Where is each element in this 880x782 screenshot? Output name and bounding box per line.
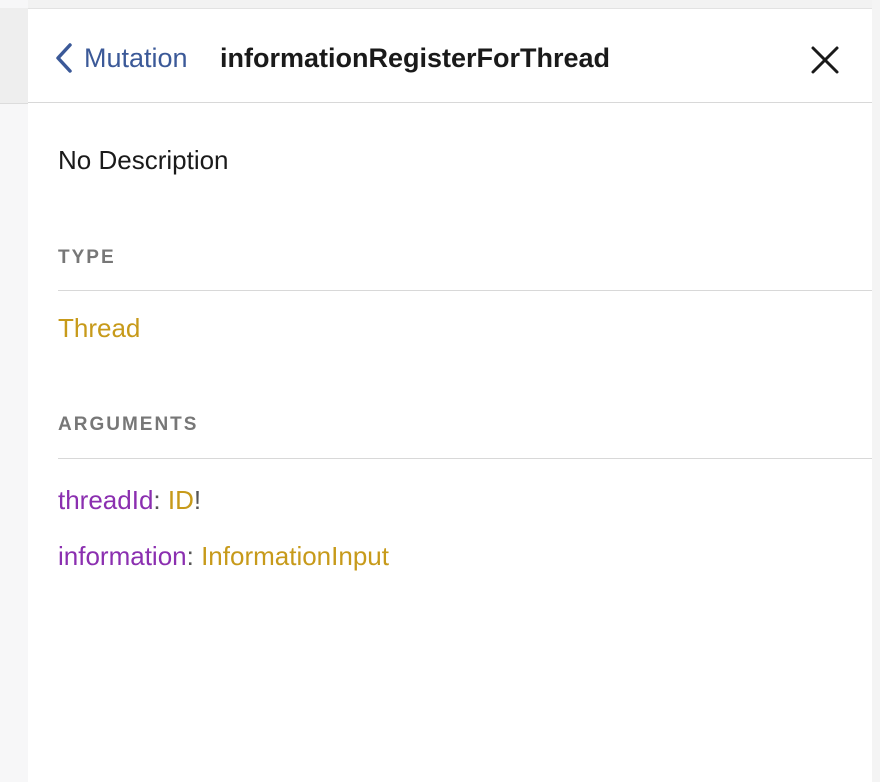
type-section-label: TYPE xyxy=(58,247,116,268)
close-icon xyxy=(810,46,840,79)
return-type-link[interactable]: Thread xyxy=(58,311,140,345)
argument-name[interactable]: information xyxy=(58,541,187,571)
type-section-divider xyxy=(58,290,872,291)
underlying-pane-header xyxy=(0,8,28,104)
argument-type-link[interactable]: InformationInput xyxy=(201,541,389,571)
argument-name[interactable]: threadId xyxy=(58,485,153,515)
doc-explorer-header: Mutation informationRegisterForThread xyxy=(28,9,872,103)
argument-row: threadId: ID! xyxy=(58,483,201,517)
arguments-section-label: ARGUMENTS xyxy=(58,414,199,435)
arguments-section-divider xyxy=(58,458,872,459)
argument-colon: : xyxy=(153,485,168,515)
argument-colon: : xyxy=(186,541,202,571)
field-description: No Description xyxy=(58,145,229,175)
underlying-pane-edge xyxy=(0,0,28,782)
back-button-label: Mutation xyxy=(84,43,188,73)
window-top-edge xyxy=(0,0,880,9)
argument-row: information: InformationInput xyxy=(58,539,389,573)
non-null-marker: ! xyxy=(193,485,202,515)
doc-explorer-panel: Mutation informationRegisterForThread No… xyxy=(28,9,872,782)
right-window-edge xyxy=(872,0,880,782)
chevron-left-icon xyxy=(54,42,74,74)
argument-type-link[interactable]: ID xyxy=(168,485,194,515)
page-title: informationRegisterForThread xyxy=(219,43,611,73)
close-button[interactable] xyxy=(810,45,840,75)
back-button[interactable]: Mutation xyxy=(54,40,188,76)
